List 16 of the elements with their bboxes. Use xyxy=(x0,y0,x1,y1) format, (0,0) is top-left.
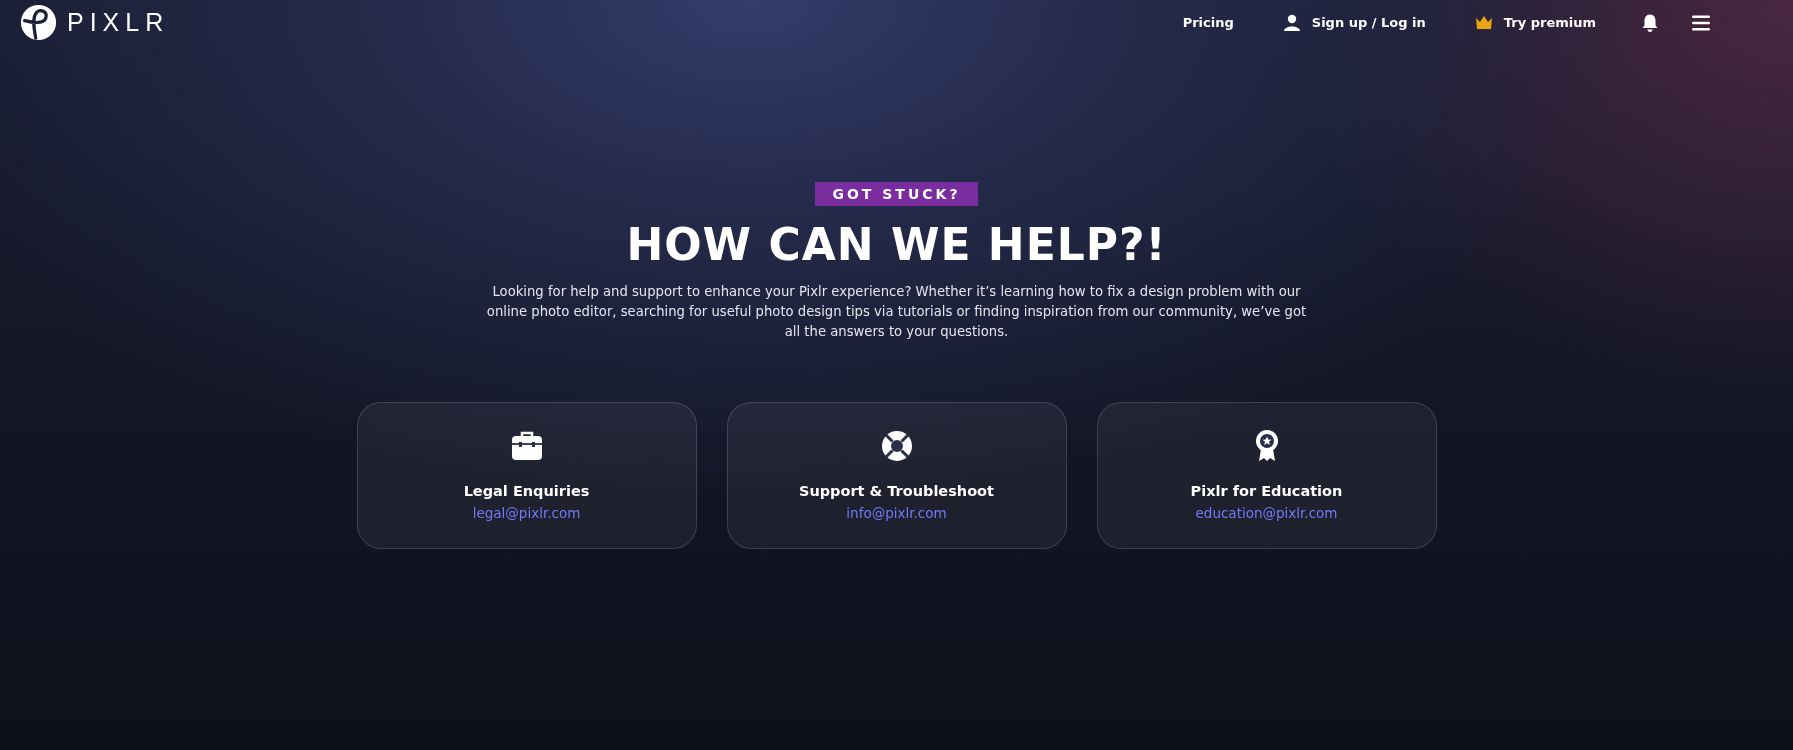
logo-text[interactable]: PIXLR xyxy=(67,8,170,37)
nav-link[interactable]: Sign up / Log in xyxy=(1281,12,1426,33)
nav-link[interactable]: Try premium xyxy=(1473,12,1596,33)
user-icon xyxy=(1281,12,1302,33)
email-link[interactable]: info@pixlr.com xyxy=(846,505,947,521)
nav-link[interactable]: Pricing xyxy=(1182,15,1234,30)
intro-paragraph: Looking for help and support to enhance your Pixlr experience? Whether it’s learning how to fix a design problem with our online photo editor, searching for useful photo design tips via tutorials or finding inspiration from our community, we’ve got all the answers to your questions. xyxy=(486,283,1307,341)
logo-icon[interactable] xyxy=(20,4,57,41)
email-link[interactable]: education@pixlr.com xyxy=(1195,505,1338,521)
card-title: Support & Troubleshoot xyxy=(798,483,994,499)
card-title: Legal Enquiries xyxy=(463,483,590,499)
email-link[interactable]: legal@pixlr.com xyxy=(472,505,581,521)
notification-icon[interactable] xyxy=(1641,12,1659,33)
card-title: Pixlr for Education xyxy=(1190,483,1343,499)
page-heading: HOW CAN WE HELP?! xyxy=(626,219,1167,270)
section-badge: GOT STUCK? xyxy=(815,182,978,206)
